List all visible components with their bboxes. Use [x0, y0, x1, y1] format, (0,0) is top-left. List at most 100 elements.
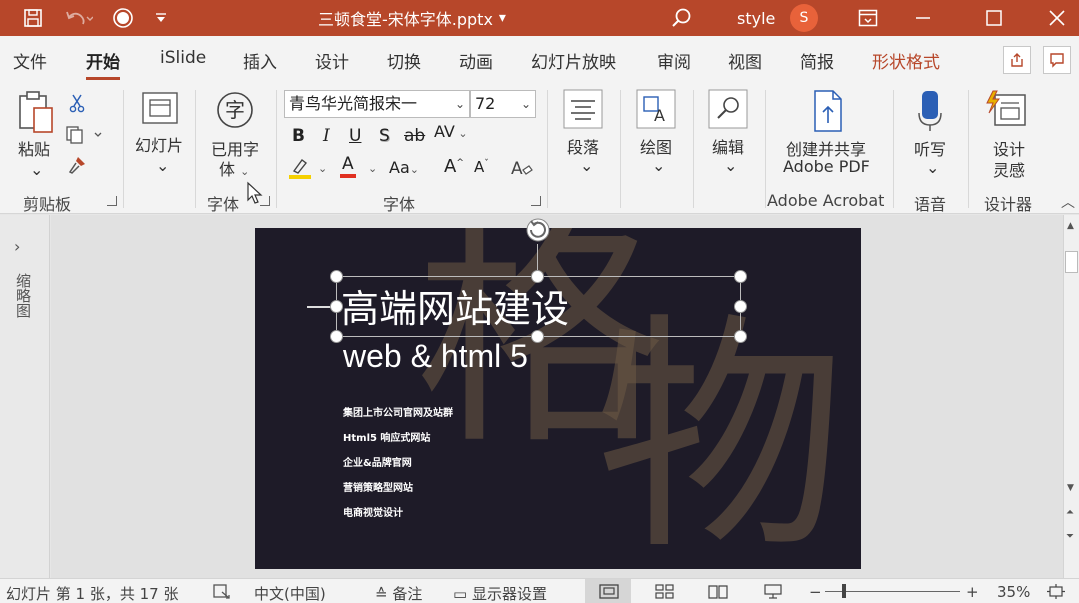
microphone-icon[interactable] — [912, 89, 948, 133]
scroll-thumb[interactable] — [1065, 251, 1078, 273]
normal-view-icon[interactable] — [598, 583, 620, 603]
used-fonts-label-2[interactable]: 体 ⌄ — [219, 156, 249, 180]
list-item[interactable]: 企业&品牌官网 — [343, 454, 412, 469]
chevron-down-icon[interactable]: ⌄ — [580, 156, 593, 175]
drawing-icon[interactable]: A — [636, 89, 676, 129]
vertical-scrollbar[interactable]: ▲ ▼ ⏶ ⏷ — [1063, 215, 1079, 578]
zoom-out-button[interactable]: − — [809, 583, 822, 601]
tab-file[interactable]: 文件 — [13, 48, 47, 73]
expand-icon[interactable]: › — [14, 237, 20, 256]
font-size-select[interactable]: 72 ⌄ — [470, 90, 536, 118]
designer-icon[interactable] — [985, 89, 1029, 129]
font-launcher-icon[interactable] — [531, 196, 541, 206]
zoom-slider-thumb[interactable] — [842, 584, 846, 598]
resize-handle[interactable] — [330, 270, 343, 283]
drawing-label[interactable]: 绘图 — [640, 134, 672, 158]
chevron-down-icon[interactable]: ⌄ — [926, 158, 939, 177]
editing-icon[interactable] — [708, 89, 748, 129]
font-color-button[interactable]: A — [340, 154, 356, 178]
zoom-in-button[interactable]: + — [966, 583, 979, 601]
clear-formatting-icon[interactable]: A — [508, 156, 534, 180]
record-icon[interactable] — [110, 0, 136, 36]
accessibility-icon[interactable] — [212, 583, 232, 603]
change-case-button[interactable]: Aa⌄ — [389, 158, 419, 177]
shadow-button[interactable]: S — [379, 126, 390, 146]
user-name[interactable]: style — [737, 0, 775, 36]
slides-label[interactable]: 幻灯片 — [135, 132, 183, 156]
avatar[interactable]: S — [790, 4, 818, 32]
search-icon[interactable] — [668, 0, 694, 36]
language-indicator[interactable]: 中文(中国) — [254, 583, 326, 603]
scroll-down-icon[interactable]: ▼ — [1067, 483, 1074, 493]
designer-label-2[interactable]: 灵感 — [993, 157, 1025, 181]
dictate-label[interactable]: 听写 — [914, 136, 946, 160]
maximize-icon[interactable] — [981, 0, 1007, 36]
zoom-level[interactable]: 35% — [997, 583, 1030, 601]
list-item[interactable]: 电商视觉设计 — [343, 504, 403, 519]
shrink-font-button[interactable]: Aˇ — [474, 158, 489, 176]
collapse-ribbon-icon[interactable]: ︿ — [1061, 192, 1075, 212]
tab-slideshow[interactable]: 幻灯片放映 — [531, 48, 616, 73]
underline-button[interactable]: U — [349, 126, 361, 146]
document-title[interactable]: 三顿食堂-宋体字体.pptx ▾ — [318, 0, 506, 36]
tab-transitions[interactable]: 切换 — [387, 48, 421, 73]
close-icon[interactable] — [1044, 0, 1070, 36]
resize-handle[interactable] — [734, 270, 747, 283]
minimize-icon[interactable] — [910, 0, 936, 36]
chevron-down-icon[interactable]: ⌄ — [30, 160, 43, 179]
scroll-up-icon[interactable]: ▲ — [1067, 221, 1074, 231]
bold-button[interactable]: B — [292, 126, 305, 146]
selection-box[interactable] — [336, 276, 741, 337]
chevron-down-icon[interactable]: ⌄ — [652, 156, 665, 175]
format-painter-icon[interactable] — [66, 154, 88, 176]
resize-handle[interactable] — [734, 300, 747, 313]
previous-slide-icon[interactable]: ⏶ — [1066, 507, 1074, 518]
undo-icon[interactable] — [58, 0, 98, 36]
resize-handle[interactable] — [531, 270, 544, 283]
chevron-down-icon[interactable]: ⌄ — [368, 162, 377, 175]
share-icon[interactable] — [1003, 46, 1031, 74]
tab-view[interactable]: 视图 — [728, 48, 762, 73]
tab-design[interactable]: 设计 — [315, 48, 349, 73]
paragraph-icon[interactable] — [563, 89, 603, 129]
thumbnail-panel[interactable]: › 缩略图 — [0, 215, 50, 578]
tab-animations[interactable]: 动画 — [459, 48, 493, 73]
highlight-icon[interactable] — [288, 156, 312, 180]
tab-shape-format[interactable]: 形状格式 — [872, 48, 940, 73]
paste-label[interactable]: 粘贴 — [18, 136, 50, 160]
list-item[interactable]: 营销策略型网站 — [343, 479, 413, 494]
chevron-down-icon[interactable]: ⌄ — [156, 156, 169, 175]
chevron-down-icon[interactable]: ⌄ — [724, 156, 737, 175]
resize-handle[interactable] — [531, 330, 544, 343]
comment-icon[interactable] — [1043, 46, 1071, 74]
resize-handle[interactable] — [734, 330, 747, 343]
adobe-pdf-icon[interactable] — [810, 89, 846, 133]
tab-home[interactable]: 开始 — [86, 48, 120, 80]
display-settings-button[interactable]: ▭ 显示器设置 — [453, 583, 547, 603]
clipboard-launcher-icon[interactable] — [107, 196, 117, 206]
character-spacing-button[interactable]: AV ⌄ — [434, 122, 468, 142]
font-name-select[interactable]: 青鸟华光简报宋一 ⌄ — [284, 90, 470, 118]
tab-insert[interactable]: 插入 — [243, 48, 277, 73]
customize-icon[interactable] — [150, 0, 172, 36]
list-item[interactable]: Html5 响应式网站 — [343, 429, 430, 444]
slide-subtitle[interactable]: web & html 5 — [343, 338, 528, 375]
reading-view-icon[interactable] — [707, 583, 729, 603]
tab-briefing[interactable]: 简报 — [800, 48, 834, 73]
next-slide-icon[interactable]: ⏷ — [1066, 531, 1074, 542]
paragraph-label[interactable]: 段落 — [567, 134, 599, 158]
tab-review[interactable]: 审阅 — [657, 48, 691, 73]
slideshow-icon[interactable] — [762, 583, 784, 603]
used-fonts-icon[interactable]: 字 — [215, 90, 255, 130]
cut-icon[interactable] — [66, 92, 88, 114]
italic-button[interactable]: I — [323, 126, 330, 146]
ribbon-display-icon[interactable] — [855, 0, 881, 36]
slide-sorter-icon[interactable] — [654, 583, 676, 603]
adobe-label-2[interactable]: Adobe PDF — [783, 157, 870, 176]
grow-font-button[interactable]: A^ — [444, 156, 464, 177]
save-icon[interactable] — [18, 0, 48, 36]
resize-handle[interactable] — [330, 330, 343, 343]
chevron-down-icon[interactable]: ⌄ — [318, 162, 327, 175]
editing-label[interactable]: 编辑 — [712, 134, 744, 158]
rotate-handle-icon[interactable] — [524, 216, 552, 244]
